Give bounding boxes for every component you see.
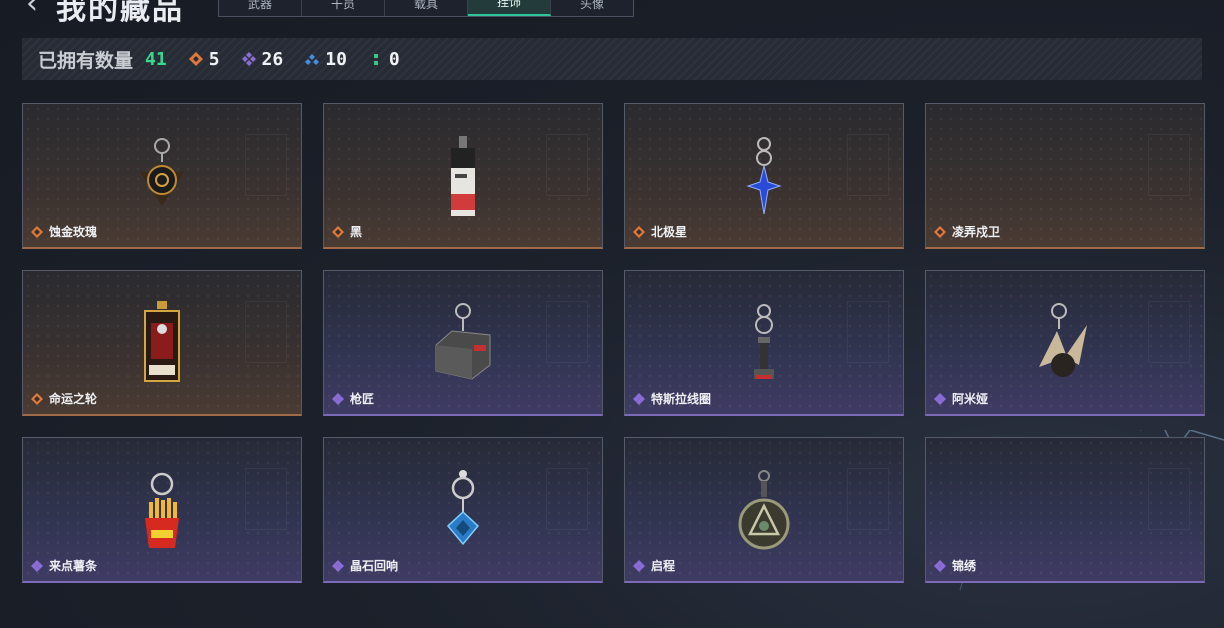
tab-weapons[interactable]: 武器 xyxy=(219,0,302,16)
purple-rarity-icon xyxy=(934,393,946,405)
owned-count: 41 xyxy=(145,48,167,70)
item-name: 锦绣 xyxy=(952,559,977,573)
stat-gold: 5 xyxy=(188,48,220,70)
rose-charm-icon xyxy=(140,138,184,206)
item-card[interactable]: 蚀金玫瑰 xyxy=(22,103,302,249)
stat-green: 0 xyxy=(369,49,400,70)
gold-rarity-icon xyxy=(934,226,946,238)
item-name: 阿米娅 xyxy=(952,392,989,406)
stat-blue-value: 10 xyxy=(325,48,347,70)
crystal-charm-icon xyxy=(446,470,480,546)
collection-stats-bar: 已拥有数量 41 5 26 10 0 xyxy=(22,38,1202,80)
gold-rarity-icon xyxy=(31,393,43,405)
tab-avatars[interactable]: 头像 xyxy=(551,0,633,16)
purple-rarity-icon xyxy=(633,560,645,572)
gold-rarity-icon xyxy=(332,226,344,238)
item-name: 命运之轮 xyxy=(49,392,98,406)
item-card[interactable]: 凌弄戍卫 xyxy=(925,103,1205,249)
box-charm-icon xyxy=(435,303,491,380)
purple-rarity-icon xyxy=(633,393,645,405)
card-charm-icon xyxy=(144,301,180,382)
fries-charm-icon xyxy=(145,472,179,548)
item-name: 蚀金玫瑰 xyxy=(49,225,98,239)
item-name: 特斯拉线圈 xyxy=(651,392,712,406)
gold-rarity-icon xyxy=(31,226,43,238)
star-charm-icon xyxy=(746,137,782,215)
coil-charm-icon xyxy=(754,304,774,379)
stat-purple: 26 xyxy=(241,48,284,70)
back-chevron-icon[interactable]: ‹ xyxy=(26,0,38,21)
item-name: 枪匠 xyxy=(350,392,375,406)
page-title: 我的藏品 xyxy=(56,0,184,27)
ears-charm-icon xyxy=(1039,303,1087,377)
purple-rarity-icon xyxy=(934,560,946,572)
item-card[interactable]: 启程 xyxy=(624,437,904,583)
stat-blue: 10 xyxy=(305,49,347,70)
category-tabs: 武器 干员 载具 挂饰 头像 xyxy=(218,0,634,17)
tab-vehicles[interactable]: 载具 xyxy=(385,0,468,16)
purple-diamond-icon xyxy=(241,52,256,66)
item-card[interactable]: 命运之轮 xyxy=(22,270,302,416)
item-card[interactable]: 锦绣 xyxy=(925,437,1205,583)
owned-label: 已拥有数量 xyxy=(38,49,134,72)
item-card[interactable]: 枪匠 xyxy=(323,270,603,416)
item-card[interactable]: 来点薯条 xyxy=(22,437,302,583)
medal-charm-icon xyxy=(738,470,790,550)
item-card[interactable]: 北极星 xyxy=(624,103,904,249)
item-card[interactable]: 特斯拉线圈 xyxy=(624,270,904,416)
tab-charms[interactable]: 挂饰 xyxy=(468,0,551,16)
item-name: 来点薯条 xyxy=(49,559,98,573)
green-dots-icon xyxy=(373,54,378,65)
purple-rarity-icon xyxy=(332,560,344,572)
tab-operators[interactable]: 干员 xyxy=(302,0,385,16)
purple-rarity-icon xyxy=(332,393,344,405)
item-card[interactable]: 阿米娅 xyxy=(925,270,1205,416)
blue-diamond-icon xyxy=(305,54,320,65)
collection-grid: 蚀金玫瑰 黑 北极星 凌弄戍卫 命运之轮 枪匠 特斯拉线圈 阿米娅 来点薯条 晶… xyxy=(22,103,1205,583)
item-name: 凌弄戍卫 xyxy=(952,225,1001,239)
item-name: 黑 xyxy=(350,225,363,239)
item-card[interactable]: 黑 xyxy=(323,103,603,249)
stat-green-value: 0 xyxy=(388,48,400,70)
orange-diamond-icon xyxy=(188,52,203,66)
gold-rarity-icon xyxy=(633,226,645,238)
item-name: 晶石回响 xyxy=(350,559,399,573)
item-name: 启程 xyxy=(651,559,676,573)
stat-gold-value: 5 xyxy=(208,48,220,70)
item-card[interactable]: 晶石回响 xyxy=(323,437,603,583)
item-name: 北极星 xyxy=(651,225,688,239)
tag-charm-icon xyxy=(451,136,475,216)
purple-rarity-icon xyxy=(31,560,43,572)
stat-purple-value: 26 xyxy=(261,48,284,70)
